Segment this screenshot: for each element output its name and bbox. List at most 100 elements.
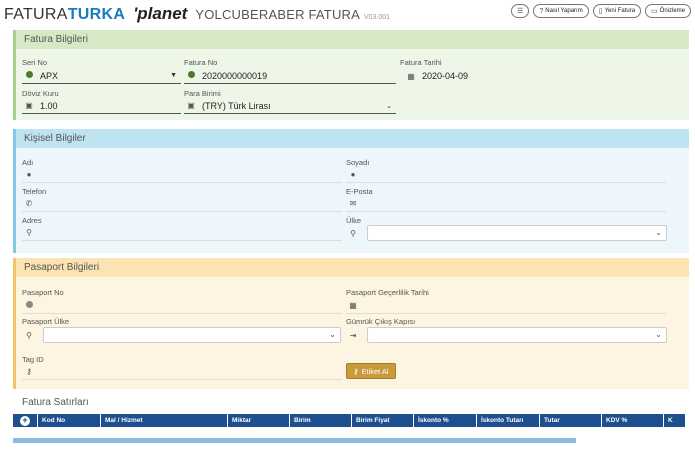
chevron-down-icon: ⌄ bbox=[329, 330, 336, 339]
planet-logo: 'planet bbox=[133, 4, 188, 23]
address-label: Adres bbox=[22, 216, 42, 225]
invoice-info-panel: Fatura Bilgileri Seri No APX ▼ Fatura No… bbox=[13, 30, 689, 120]
column-header[interactable]: KDV % bbox=[601, 414, 663, 427]
invoice-date-value: 2020-04-09 bbox=[422, 71, 469, 81]
add-row-button[interactable]: + bbox=[13, 414, 37, 427]
preview-button[interactable]: ▭ Önizleme bbox=[645, 4, 691, 18]
customs-gate-select[interactable]: ⌄ bbox=[367, 327, 667, 343]
column-header[interactable]: Kod No bbox=[37, 414, 100, 427]
map-marker-icon: ⚲ bbox=[26, 228, 32, 237]
first-name-label: Adı bbox=[22, 158, 34, 167]
last-name-field[interactable]: ● bbox=[346, 167, 666, 183]
passport-expiry-field[interactable]: ▦ bbox=[346, 298, 666, 314]
invoice-no-label: Fatura No bbox=[184, 58, 218, 67]
menu-button[interactable]: ☰ bbox=[511, 4, 530, 18]
chevron-down-icon: ⌄ bbox=[386, 102, 392, 110]
how-to-button[interactable]: ? Nasıl Yaparım bbox=[533, 4, 589, 18]
status-dot-icon bbox=[22, 71, 36, 80]
column-header[interactable]: Tutar bbox=[539, 414, 601, 427]
personal-info-panel: Kişisel Bilgiler Adı ● Soyadı ● Telefon … bbox=[13, 129, 689, 253]
calendar-icon: ▦ bbox=[407, 71, 415, 81]
exchange-rate-value: 1.00 bbox=[40, 100, 58, 111]
first-name-field[interactable]: ● bbox=[22, 167, 342, 183]
map-marker-icon: ⚲ bbox=[26, 330, 32, 340]
invoice-lines-title: Fatura Satırları bbox=[22, 397, 89, 408]
status-dot-icon bbox=[22, 301, 36, 310]
envelope-icon: ✉ bbox=[349, 199, 357, 208]
column-header[interactable]: İskonto % bbox=[413, 414, 476, 427]
column-header[interactable]: K bbox=[663, 414, 685, 427]
last-name-label: Soyadı bbox=[346, 158, 370, 167]
email-field[interactable]: ✉ bbox=[346, 196, 666, 212]
money-icon: ▣ bbox=[187, 101, 195, 110]
exchange-rate-label: Döviz Kuru bbox=[22, 89, 59, 98]
passport-expiry-label: Pasaport Geçerlilik Tarihi bbox=[346, 288, 429, 297]
get-tag-button[interactable]: ⚷ Etiket Al bbox=[346, 363, 396, 379]
list-icon: ☰ bbox=[517, 8, 524, 15]
phone-field[interactable]: ✆ bbox=[22, 196, 342, 212]
currency-label: Para Birimi bbox=[184, 89, 221, 98]
column-header[interactable]: İskonto Tutarı bbox=[476, 414, 539, 427]
monitor-icon: ▭ bbox=[651, 8, 658, 15]
invoice-no-field[interactable]: 2020000000019 bbox=[184, 68, 396, 84]
invoice-date-label: Fatura Tarihi bbox=[400, 58, 442, 67]
invoice-info-title: Fatura Bilgileri bbox=[16, 30, 689, 49]
invoice-lines-grid-header: + Kod No Mal / Hizmet Miktar Birim Birim… bbox=[13, 414, 685, 427]
app-version: V03.001 bbox=[364, 14, 391, 21]
sign-out-icon: ⇥ bbox=[349, 330, 357, 340]
column-header[interactable]: Birim bbox=[289, 414, 351, 427]
tag-id-field[interactable]: ⚷ bbox=[22, 364, 342, 380]
question-icon: ? bbox=[539, 7, 544, 15]
logo-fatura-text: FATURA bbox=[4, 6, 68, 23]
customs-gate-label: Gümrük Çıkış Kapısı bbox=[346, 317, 416, 326]
plus-icon: + bbox=[20, 415, 30, 426]
chevron-down-icon: ⌄ bbox=[655, 228, 662, 237]
column-header[interactable]: Birim Fiyat bbox=[351, 414, 413, 427]
passport-country-label: Pasaport Ülke bbox=[22, 317, 70, 326]
how-to-label: Nasıl Yaparım bbox=[545, 8, 583, 14]
tag-id-label: Tag ID bbox=[22, 355, 44, 364]
new-invoice-button[interactable]: ▯ Yeni Fatura bbox=[592, 4, 642, 18]
phone-icon: ✆ bbox=[25, 199, 33, 208]
phone-label: Telefon bbox=[22, 187, 47, 196]
invoice-no-value: 2020000000019 bbox=[202, 70, 268, 81]
caret-down-icon: ▼ bbox=[170, 72, 177, 79]
key-icon: ⚷ bbox=[353, 366, 359, 376]
horizontal-scrollbar[interactable] bbox=[13, 438, 576, 443]
country-label: Ülke bbox=[346, 216, 362, 225]
passport-info-panel: Pasaport Bilgileri Pasaport No Pasaport … bbox=[13, 258, 689, 389]
user-icon: ● bbox=[26, 170, 32, 179]
key-icon: ⚷ bbox=[26, 367, 32, 376]
app-subtitle: YOLCUBERABER FATURA bbox=[195, 7, 360, 22]
file-icon: ▯ bbox=[598, 8, 603, 15]
calendar-icon: ▦ bbox=[349, 301, 357, 310]
map-marker-icon: ⚲ bbox=[350, 228, 356, 238]
country-select[interactable]: ⌄ bbox=[367, 225, 667, 241]
preview-label: Önizleme bbox=[659, 8, 685, 14]
personal-info-title: Kişisel Bilgiler bbox=[16, 129, 689, 148]
logo-turka-text: TURKA bbox=[67, 6, 126, 23]
new-invoice-label: Yeni Fatura bbox=[604, 8, 636, 14]
column-header[interactable]: Mal / Hizmet bbox=[100, 414, 227, 427]
passport-no-label: Pasaport No bbox=[22, 288, 64, 297]
brand-logo: FATURA TURKA 'planet YOLCUBERABER FATURA … bbox=[4, 4, 390, 24]
series-no-label: Seri No bbox=[22, 58, 48, 67]
currency-value: (TRY) Türk Lirası bbox=[202, 100, 271, 111]
address-field[interactable]: ⚲ bbox=[22, 225, 342, 241]
user-icon: ● bbox=[350, 170, 356, 179]
email-label: E-Posta bbox=[346, 187, 373, 196]
exchange-rate-field[interactable]: ▣ 1.00 bbox=[22, 98, 181, 114]
status-dot-icon bbox=[184, 71, 198, 80]
chevron-down-icon: ⌄ bbox=[655, 330, 662, 339]
passport-no-field[interactable] bbox=[22, 298, 342, 314]
series-no-value: APX bbox=[40, 70, 59, 81]
passport-info-title: Pasaport Bilgileri bbox=[16, 258, 689, 277]
series-no-select[interactable]: APX ▼ bbox=[22, 68, 181, 84]
passport-country-select[interactable]: ⌄ bbox=[43, 327, 341, 343]
currency-select[interactable]: ▣ (TRY) Türk Lirası ⌄ bbox=[184, 98, 396, 114]
money-icon: ▣ bbox=[25, 101, 33, 110]
get-tag-label: Etiket Al bbox=[361, 366, 389, 376]
invoice-date-field[interactable]: ▦ 2020-04-09 bbox=[404, 68, 604, 84]
column-header[interactable]: Miktar bbox=[227, 414, 289, 427]
app-header: FATURA TURKA 'planet YOLCUBERABER FATURA … bbox=[0, 0, 695, 28]
